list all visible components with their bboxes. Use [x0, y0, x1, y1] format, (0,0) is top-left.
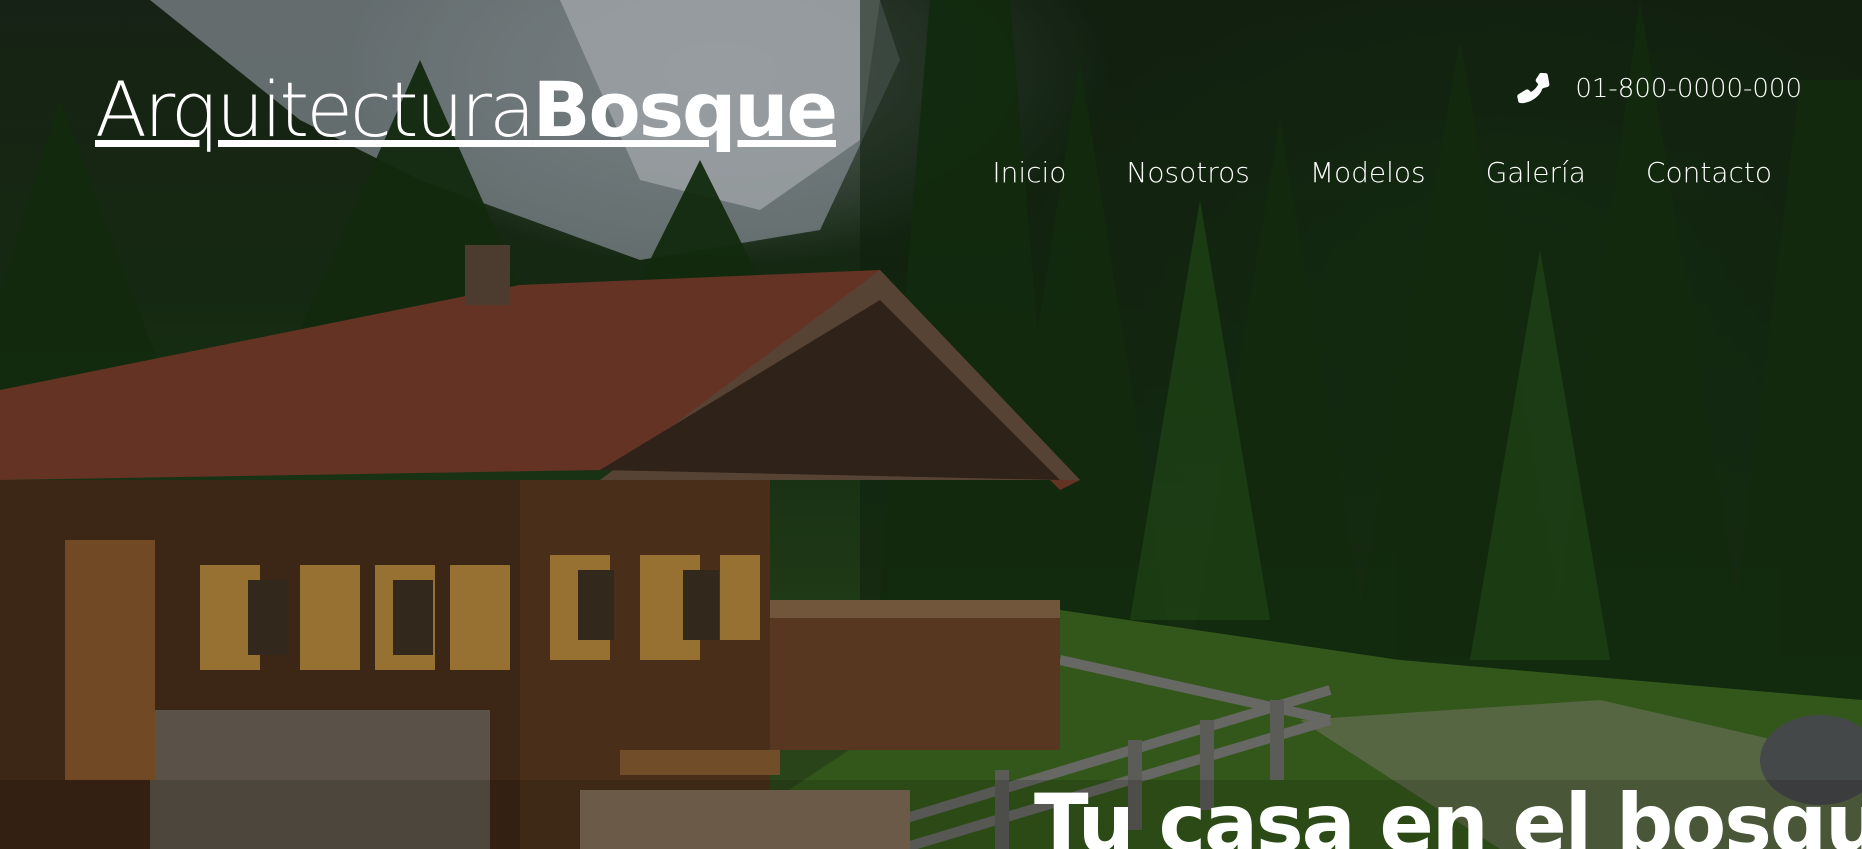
contact-phone: 01-800-0000-000 — [1507, 66, 1802, 112]
phone-number: 01-800-0000-000 — [1575, 74, 1802, 104]
hero-headline: Tu casa en el bosque — [1034, 777, 1862, 849]
logo-text-bold: Bosque — [532, 65, 838, 154]
nav-item-contacto[interactable]: Contacto — [1646, 156, 1772, 189]
nav-item-nosotros[interactable]: Nosotros — [1126, 156, 1249, 189]
nav-item-inicio[interactable]: Inicio — [992, 156, 1066, 189]
nav-item-galeria[interactable]: Galería — [1486, 156, 1586, 189]
nav-item-modelos[interactable]: Modelos — [1310, 156, 1426, 189]
hero-section: ArquitecturaBosque 01-800-0000-000 Inici… — [0, 0, 1862, 849]
phone-icon — [1507, 66, 1553, 112]
site-logo[interactable]: ArquitecturaBosque — [95, 72, 838, 149]
logo-text-light: Arquitectura — [95, 65, 536, 154]
main-navigation: Inicio Nosotros Modelos Galería Contacto — [992, 156, 1772, 189]
